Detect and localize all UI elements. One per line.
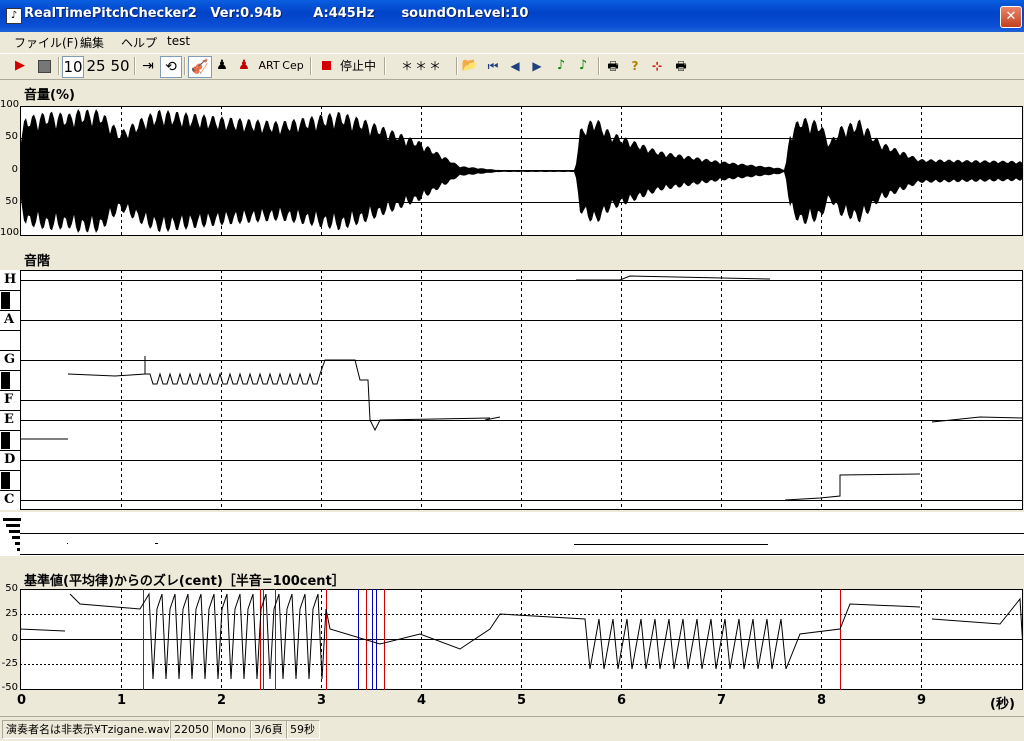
piano-keyboard (0, 270, 21, 510)
print-icon[interactable]: 🖶 (604, 56, 622, 76)
cep-button[interactable]: Cep (282, 56, 304, 76)
step-forward-icon[interactable]: ▶ (528, 56, 546, 76)
step-back-icon[interactable]: ◀ (506, 56, 524, 76)
title-bar[interactable]: ♪ RealTimePitchChecker2 Ver:0.94b A:445H… (0, 0, 1024, 32)
record-status: 停止中 (339, 59, 376, 73)
cent-axis-label: -25 (1, 658, 18, 669)
time-tick: 7 (717, 693, 727, 708)
window-title: RealTimePitchChecker2 Ver:0.94b A:445Hz … (24, 6, 529, 21)
note-label: A (4, 312, 15, 327)
scale-panel-title: 音階 (24, 254, 51, 269)
split-icon[interactable]: ⊹ (648, 56, 666, 76)
status-page: 3/6頁 (250, 720, 288, 739)
singer-icon[interactable]: ♟ (234, 56, 254, 76)
violin-icon[interactable]: 🎻 (188, 56, 212, 78)
jump-to-end-icon[interactable]: ⇥ (138, 56, 158, 76)
time-tick: 0 (17, 693, 27, 708)
play-icon[interactable]: ▶ (10, 56, 30, 76)
time-tick: 6 (617, 693, 627, 708)
note-alt-icon[interactable]: ♪ (574, 56, 592, 76)
help-icon[interactable]: ? (626, 56, 644, 76)
volume-axis-label: 100 (0, 227, 20, 238)
time-tick: 9 (917, 693, 927, 708)
zoom-25-button[interactable]: 25 (86, 56, 106, 76)
cent-axis-label: 0 (11, 633, 18, 644)
player-icon[interactable]: ♟ (212, 56, 232, 76)
volume-panel-title: 音量(%) (24, 88, 75, 103)
menu-test[interactable]: test (167, 34, 190, 48)
volume-axis-label: 0 (11, 164, 18, 175)
loop-icon[interactable]: ⟲ (160, 56, 182, 78)
close-button[interactable]: ✕ (1000, 6, 1022, 28)
note-label: H (4, 272, 17, 287)
menu-bar: ファイル(F) 編集 ヘルプ test (0, 32, 1024, 52)
cent-axis-label: 25 (5, 608, 18, 619)
time-tick: 3 (317, 693, 327, 708)
menu-help[interactable]: ヘルプ (121, 34, 157, 51)
open-folder-icon[interactable]: 📂 (460, 56, 480, 76)
app-icon: ♪ (6, 8, 22, 24)
status-bar: 演奏者名は非表示¥Tzigane.wav 22050 Mono 3/6頁 59秒 (0, 716, 1024, 741)
time-tick: 4 (417, 693, 427, 708)
print-preview-icon[interactable]: 🖶 (672, 56, 690, 76)
status-duration: 59秒 (286, 720, 320, 739)
time-unit-label: (秒) (990, 697, 1015, 712)
deviation-panel-title: 基準値(平均律)からのズレ(cent)［半音=100cent］ (24, 574, 345, 589)
zoom-10-button[interactable]: 10 (62, 56, 84, 78)
status-file: 演奏者名は非表示¥Tzigane.wav (2, 720, 170, 739)
time-tick: 8 (817, 693, 827, 708)
note-label: D (4, 452, 16, 467)
time-tick: 5 (517, 693, 527, 708)
note-icon[interactable]: ♪ (552, 56, 570, 76)
zoom-50-button[interactable]: 50 (110, 56, 130, 76)
time-tick: 2 (217, 693, 227, 708)
note-label: G (4, 352, 16, 367)
toolbar: ▶ 10 25 50 ⇥ ⟲ 🎻 ♟ ♟ ART Cep 停止中 ＊＊＊ 📂 ⏮… (0, 53, 1024, 80)
stop-icon[interactable] (34, 56, 54, 76)
note-duration-strip (0, 512, 1024, 556)
note-label: C (4, 492, 15, 507)
volume-axis-label: 50 (5, 196, 18, 207)
volume-axis-label: 100 (0, 99, 20, 110)
value-display: ＊＊＊ (400, 59, 443, 73)
cent-deviation-plot[interactable] (20, 589, 1023, 691)
menu-edit[interactable]: 編集 (80, 34, 104, 51)
cent-axis-label: -50 (1, 682, 18, 693)
note-label: F (4, 392, 14, 407)
time-tick: 1 (117, 693, 127, 708)
skip-back-icon[interactable]: ⏮ (484, 56, 502, 76)
status-channels: Mono (212, 720, 252, 739)
pitch-scale-plot[interactable] (20, 270, 1023, 510)
volume-axis-label: 50 (5, 131, 18, 142)
status-sample-rate: 22050 (170, 720, 214, 739)
cent-axis-label: 50 (5, 583, 18, 594)
volume-waveform-plot[interactable] (20, 106, 1023, 236)
art-button[interactable]: ART (258, 56, 280, 76)
menu-file[interactable]: ファイル(F) (14, 34, 78, 51)
record-icon[interactable] (316, 56, 336, 76)
note-label: E (4, 412, 14, 427)
